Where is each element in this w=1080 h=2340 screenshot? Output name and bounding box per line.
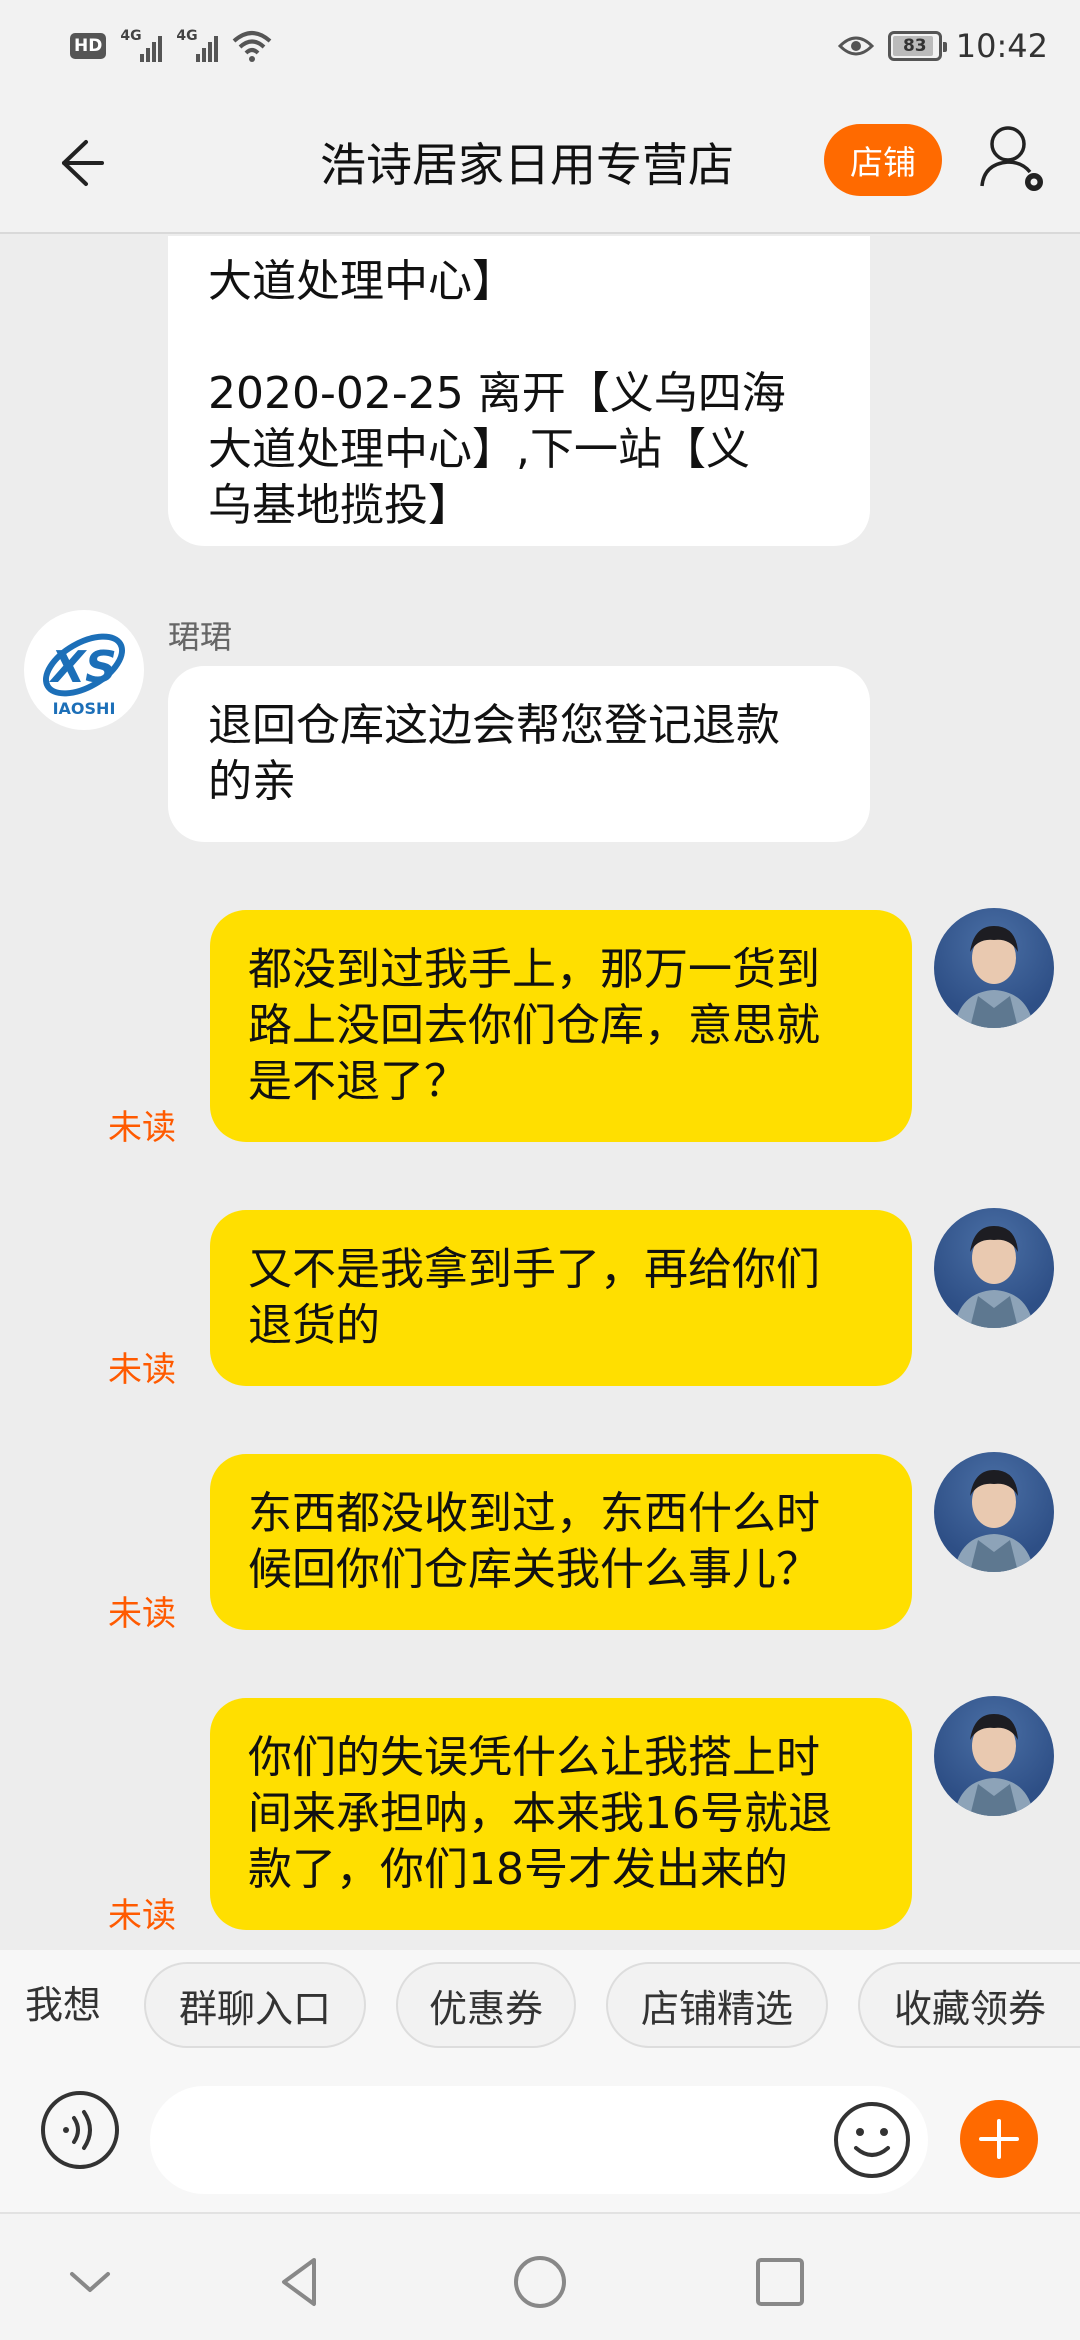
chip-coupons[interactable]: 优惠券 [396,1962,576,2048]
clock: 10:42 [955,27,1048,65]
store-logo-icon: XS IAOSHI [43,633,125,718]
recents-square-icon[interactable] [750,2252,810,2312]
user-photo-icon [954,926,1034,1028]
unread-status: 未读 [108,1896,176,1936]
svg-text:XS: XS [48,642,117,693]
voice-icon[interactable] [40,2090,120,2170]
user-photo-icon [954,1714,1034,1816]
sender-name: 珺珺 [168,618,233,656]
add-button[interactable] [960,2100,1038,2178]
cell-signal-icon: 4G [120,28,163,62]
status-left: HD 4G 4G [70,26,272,66]
message-input[interactable] [150,2086,928,2194]
message-bubble-mine[interactable]: 都没到过我手上，那万一货到 路上没回去你们仓库，意思就 是不退了？ [210,910,912,1142]
message-bubble-mine[interactable]: 东西都没收到过，东西什么时 候回你们仓库关我什么事儿？ [210,1454,912,1630]
system-navigation-bar [0,2214,1080,2340]
eye-icon [837,36,874,56]
user-avatar[interactable] [934,908,1054,1028]
message-bubble-store[interactable]: 退回仓库这边会帮您登记退款 的亲 [168,666,870,842]
hd-badge: HD [70,33,107,59]
chip-group-chat[interactable]: 群聊入口 [144,1962,366,2048]
user-avatar[interactable] [934,1208,1054,1328]
home-circle-icon[interactable] [510,2252,570,2312]
plus-icon [979,2119,1019,2159]
back-arrow-icon[interactable] [40,126,114,200]
chip-shop-picks[interactable]: 店铺精选 [606,1962,828,2048]
page-title: 浩诗居家日用专营店 [320,138,734,192]
store-avatar[interactable]: XS IAOSHI [24,610,144,730]
quick-actions-bar: 我想 群聊入口 优惠券 店铺精选 收藏领券 [0,1950,1080,2050]
svg-text:IAOSHI: IAOSHI [53,699,116,718]
message-bubble-store[interactable]: 大道处理中心】 2020-02-25 离开【义乌四海 大道处理中心】,下一站【义… [168,236,870,546]
nav-bar: 浩诗居家日用专营店 店铺 [0,90,1080,234]
battery-icon: 83 [887,31,947,61]
user-avatar[interactable] [934,1452,1054,1572]
user-photo-icon [954,1226,1034,1328]
chip-favorite-coupons[interactable]: 收藏领券 [858,1962,1080,2048]
unread-status: 未读 [108,1350,176,1390]
status-bar: HD 4G 4G 83 10:42 [0,0,1080,90]
back-triangle-icon[interactable] [270,2252,330,2312]
wifi-icon [233,31,272,62]
cell-signal-icon-2: 4G [176,28,219,62]
unread-status: 未读 [108,1108,176,1148]
message-bubble-mine[interactable]: 你们的失误凭什么让我搭上时 间来承担呐，本来我16号就退 款了，你们18号才发出… [210,1698,912,1930]
input-bar [0,2050,1080,2214]
shop-button[interactable]: 店铺 [824,124,942,196]
user-photo-icon [954,1470,1034,1572]
status-right: 83 10:42 [837,24,1048,68]
user-settings-icon[interactable] [978,120,1050,198]
message-bubble-mine[interactable]: 又不是我拿到手了，再给你们 退货的 [210,1210,912,1386]
user-avatar[interactable] [934,1696,1054,1816]
chat-area[interactable]: 大道处理中心】 2020-02-25 离开【义乌四海 大道处理中心】,下一站【义… [0,236,1080,1950]
quick-actions-label: 我想 [25,1983,102,2027]
chevron-down-icon[interactable] [60,2252,120,2312]
emoji-icon[interactable] [832,2100,912,2180]
unread-status: 未读 [108,1594,176,1634]
